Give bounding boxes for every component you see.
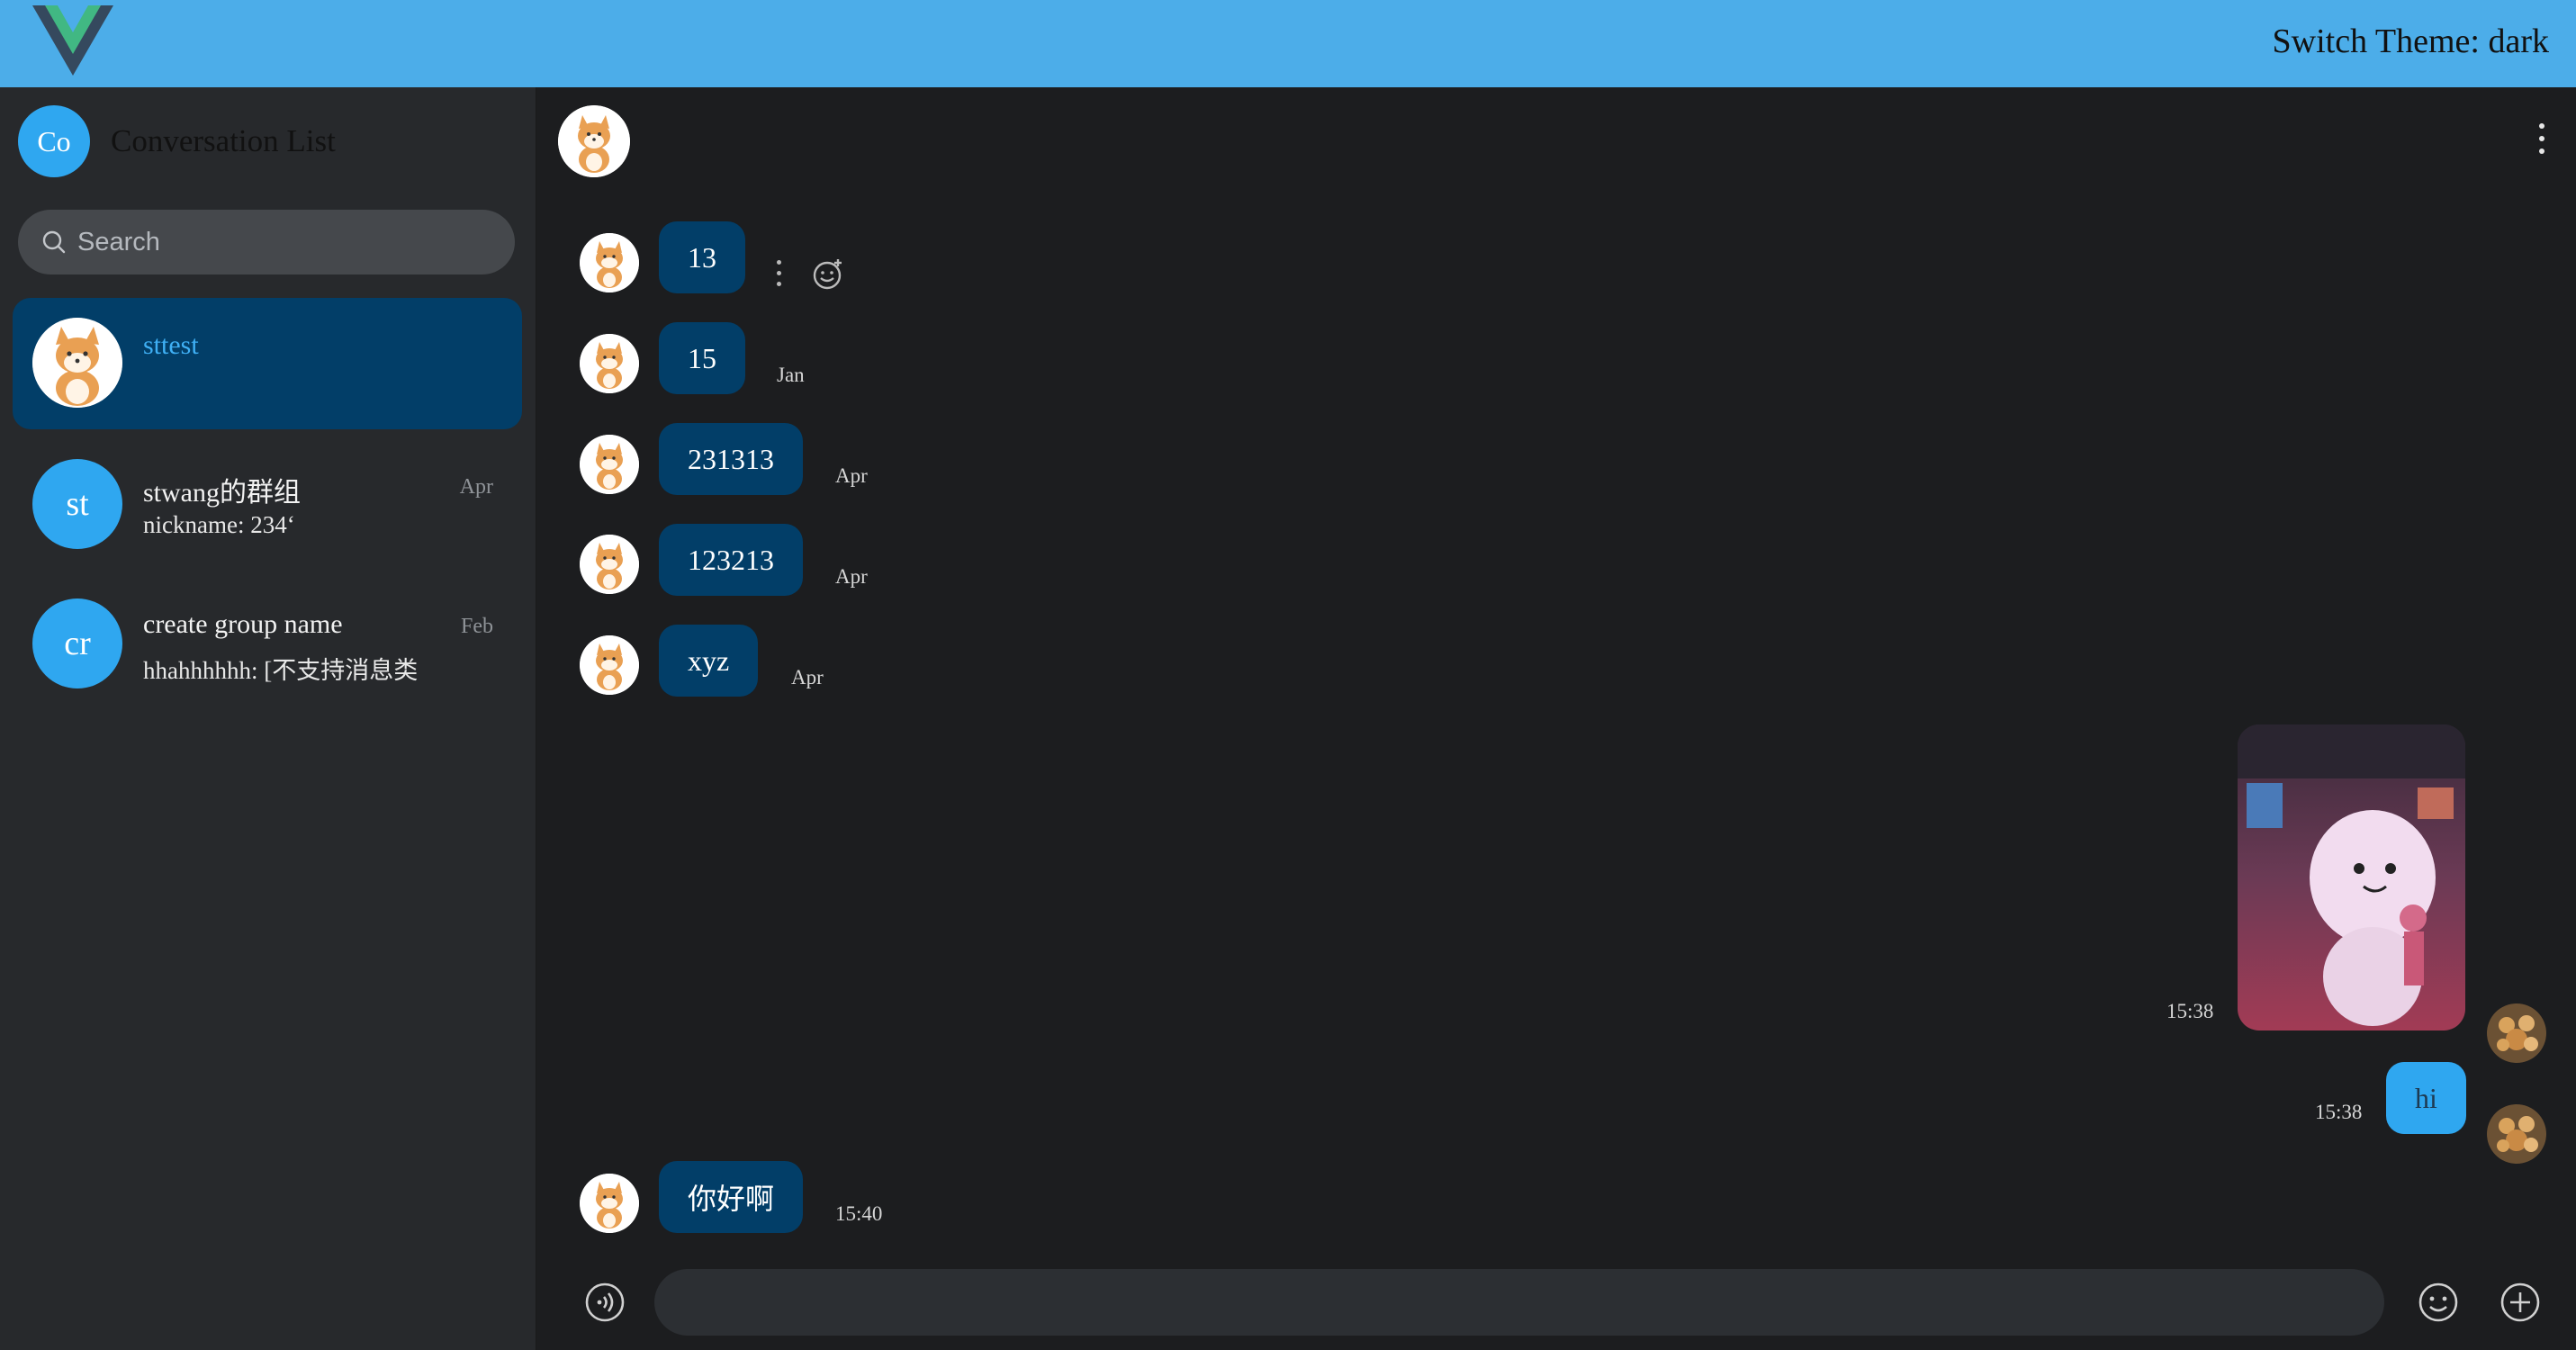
message-time: Apr xyxy=(835,464,868,487)
my-avatar xyxy=(2487,1104,2546,1164)
message-avatar xyxy=(580,635,639,695)
switch-theme-button[interactable]: Switch Theme: dark xyxy=(2273,22,2549,61)
message-time: 15:38 xyxy=(2166,1000,2214,1022)
conversation-item[interactable]: st stwang的群组 nickname: 234‘ Apr xyxy=(13,439,522,571)
sidebar-header: Co Conversation List xyxy=(18,105,522,179)
chat-contact-avatar[interactable] xyxy=(558,105,630,177)
message-avatar xyxy=(580,535,639,594)
conversation-item[interactable]: sttest xyxy=(13,298,522,429)
conversation-name: create group name xyxy=(143,609,343,639)
group-avatar: cr xyxy=(32,598,122,688)
conversation-name: sttest xyxy=(143,330,199,360)
emoji-icon[interactable] xyxy=(2418,1282,2459,1323)
conversation-preview: hhahhhhhh: [不支持消息类 xyxy=(143,657,419,684)
message-avatar xyxy=(580,435,639,494)
message-bubble[interactable]: 15 xyxy=(659,322,745,394)
voice-icon[interactable] xyxy=(584,1282,626,1323)
message-time: Apr xyxy=(835,565,868,588)
conversation-list-title: Conversation List xyxy=(111,123,336,158)
add-attachment-icon[interactable] xyxy=(2499,1282,2541,1323)
my-avatar xyxy=(2487,1004,2546,1063)
search-box[interactable] xyxy=(18,210,515,274)
shiba-dog-avatar xyxy=(32,318,122,408)
image-message[interactable] xyxy=(2238,724,2465,1030)
top-bar: Switch Theme: dark xyxy=(0,0,2576,87)
conversation-time: Feb xyxy=(461,615,493,638)
message-avatar xyxy=(580,1174,639,1233)
my-message-bubble[interactable]: hi xyxy=(2386,1062,2466,1134)
message-time: Jan xyxy=(777,364,805,386)
conversation-time: Apr xyxy=(459,475,493,499)
message-avatar xyxy=(580,233,639,292)
message-bubble[interactable]: 231313 xyxy=(659,423,803,495)
conversation-item[interactable]: cr create group name hhahhhhhh: [不支持消息类 … xyxy=(13,579,522,710)
search-icon xyxy=(42,230,66,254)
more-options-icon[interactable] xyxy=(2536,123,2547,159)
conversation-name: stwang的群组 xyxy=(143,478,301,508)
message-input[interactable] xyxy=(654,1269,2384,1336)
message-time: 15:40 xyxy=(835,1202,883,1225)
vue-logo-icon xyxy=(32,5,113,76)
message-bubble[interactable]: 你好啊 xyxy=(659,1161,804,1233)
message-time: Apr xyxy=(791,666,824,688)
message-avatar xyxy=(580,334,639,393)
message-time: 15:38 xyxy=(2315,1101,2363,1123)
message-bubble[interactable]: 123213 xyxy=(659,524,803,596)
message-bubble[interactable]: 13 xyxy=(659,221,745,293)
chat-panel: 13 15 Jan 231313 Apr 123213 Apr xyz Apr xyxy=(537,87,2576,1350)
message-bubble[interactable]: xyz xyxy=(659,625,759,697)
conversation-preview: nickname: 234‘ xyxy=(143,511,295,538)
conversation-sidebar: Co Conversation List sttest xyxy=(0,87,536,1350)
add-reaction-icon[interactable] xyxy=(811,257,845,292)
user-avatar[interactable]: Co xyxy=(18,105,90,177)
message-more-icon[interactable] xyxy=(774,260,783,291)
group-avatar: st xyxy=(32,459,122,549)
search-input[interactable] xyxy=(76,226,499,258)
